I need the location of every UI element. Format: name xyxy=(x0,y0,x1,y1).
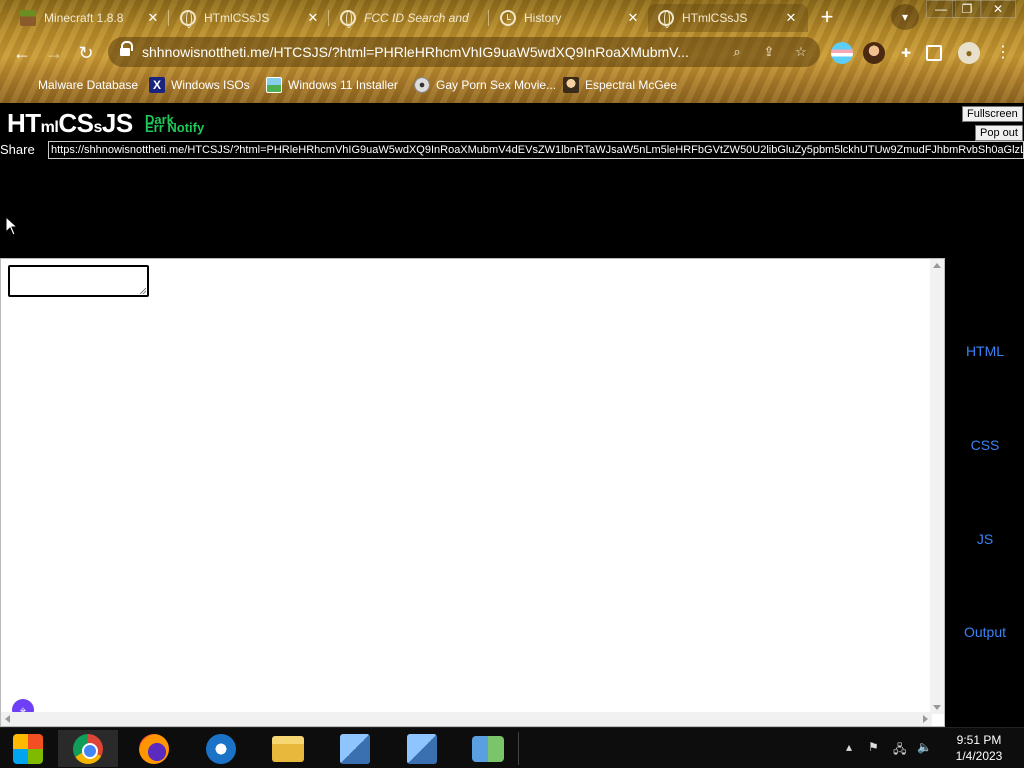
volume-icon[interactable]: 🔈 xyxy=(917,740,932,754)
network-people-icon xyxy=(472,735,504,762)
globe-icon xyxy=(180,10,196,28)
bookmark-windows-11-installer[interactable]: Windows 11 Installer xyxy=(266,76,398,94)
mouse-cursor-icon xyxy=(5,216,19,236)
taskbar-setup-1[interactable] xyxy=(325,730,385,767)
bookmark-movies[interactable]: Gay Porn Sex Movie... xyxy=(414,76,556,94)
window-close-button[interactable]: ✕ xyxy=(980,0,1016,18)
err-notify-toggle[interactable]: Err Notify xyxy=(145,120,204,135)
vertical-scrollbar[interactable] xyxy=(930,259,944,714)
bookmark-malware-database[interactable]: Malware Database xyxy=(14,76,138,94)
bookmark-label: Windows 11 Installer xyxy=(288,78,398,92)
tab-fcc-id-search[interactable]: FCC ID Search and xyxy=(330,4,490,32)
bookmark-windows-isos[interactable]: X Windows ISOs xyxy=(149,76,250,94)
bookmark-label: Malware Database xyxy=(38,78,139,92)
output-frame[interactable]: ⌖ xyxy=(0,258,945,727)
bookmark-espectral-mcgee[interactable]: Espectral McGee xyxy=(563,76,677,94)
bookmark-label: Windows ISOs xyxy=(171,78,250,92)
taskbar-firefox[interactable] xyxy=(124,730,184,767)
close-icon[interactable]: ✕ xyxy=(144,10,162,26)
share-icon[interactable]: ⇪ xyxy=(760,43,778,61)
nav-output[interactable]: Output xyxy=(946,624,1024,640)
start-button[interactable] xyxy=(0,730,58,767)
tab-title: HTmlCSsJS xyxy=(204,11,270,25)
tab-search-button[interactable]: ▾ xyxy=(891,4,919,30)
close-icon[interactable]: ✕ xyxy=(304,10,322,26)
forward-button[interactable]: → xyxy=(41,40,67,66)
nav-css[interactable]: CSS xyxy=(946,437,1024,453)
tab-title: FCC ID Search and xyxy=(364,11,469,25)
output-textarea[interactable] xyxy=(8,265,149,297)
horizontal-scrollbar[interactable] xyxy=(1,712,932,726)
show-hidden-icons[interactable]: ▴ xyxy=(846,740,852,754)
extension-avatar-icon[interactable] xyxy=(863,42,885,64)
new-tab-button[interactable]: + xyxy=(815,6,839,30)
taskbar-opera[interactable] xyxy=(191,730,251,767)
close-icon[interactable]: ✕ xyxy=(782,10,800,26)
share-url-field[interactable]: https://shhnowisnottheti.me/HTCSJS/?html… xyxy=(48,141,1024,159)
pop-out-button[interactable]: Pop out xyxy=(975,125,1023,141)
tab-htmlcssjs[interactable]: HTmlCSsJS ✕ xyxy=(170,4,330,32)
tab-htmlcssjs-active[interactable]: HTmlCSsJS ✕ xyxy=(648,4,808,32)
character-icon xyxy=(563,77,579,93)
history-icon xyxy=(500,10,516,26)
extensions-puzzle-icon[interactable]: ✚ xyxy=(895,42,917,64)
disk-icon xyxy=(414,77,430,93)
tab-history[interactable]: History ✕ xyxy=(490,4,650,32)
firefox-icon xyxy=(139,733,169,764)
extension-flag-icon[interactable] xyxy=(831,42,853,64)
clock-time: 9:51 PM xyxy=(956,733,1002,747)
installer-icon xyxy=(340,733,370,764)
profile-icon[interactable]: ● xyxy=(958,42,980,64)
taskbar-chrome[interactable] xyxy=(58,730,118,767)
address-bar[interactable]: shhnowisnottheti.me/HTCSJS/?html=PHRleHR… xyxy=(108,37,820,67)
menu-icon[interactable]: ⋮ xyxy=(992,42,1014,64)
back-button[interactable]: ← xyxy=(9,40,35,66)
reload-button[interactable]: ↻ xyxy=(73,40,99,66)
maximize-button[interactable]: ❐ xyxy=(952,0,982,18)
taskbar-setup-2[interactable] xyxy=(392,730,452,767)
close-icon[interactable]: ✕ xyxy=(624,10,642,26)
lock-icon[interactable] xyxy=(120,41,133,57)
minecraft-icon xyxy=(20,10,36,26)
clock-date: 1/4/2023 xyxy=(955,749,1003,763)
taskbar-file-explorer[interactable] xyxy=(258,730,318,767)
bookmark-label: Espectral McGee xyxy=(585,78,678,92)
windows-taskbar: ▴ ⚑ 🖧 🔈 9:51 PM 1/4/2023 xyxy=(0,727,1024,768)
address-bar-url[interactable]: shhnowisnottheti.me/HTCSJS/?html=PHRleHR… xyxy=(142,44,689,60)
taskbar-network[interactable] xyxy=(458,730,518,767)
tab-title: HTmlCSsJS xyxy=(682,11,748,25)
folder-icon xyxy=(272,735,304,762)
tab-title: Minecraft 1.8.8 xyxy=(44,11,124,25)
nav-js[interactable]: JS xyxy=(946,531,1024,547)
app-logo: HTmlCSsJS xyxy=(7,108,133,138)
opera-icon xyxy=(206,733,236,764)
bookmark-star-icon[interactable]: ☆ xyxy=(792,43,810,61)
nav-html[interactable]: HTML xyxy=(946,343,1024,359)
x-icon: X xyxy=(149,77,165,93)
globe-icon xyxy=(658,10,674,28)
network-icon[interactable]: 🖧 xyxy=(893,740,906,761)
globe-icon xyxy=(340,10,356,28)
htmlcssjs-app: HTmlCSsJS Dark Err Notify Fullscreen Pop… xyxy=(0,103,1024,727)
action-center-flag-icon[interactable]: ⚑ xyxy=(868,740,879,754)
fullscreen-button[interactable]: Fullscreen xyxy=(962,106,1023,122)
windows-logo-icon xyxy=(13,733,43,764)
system-clock[interactable]: 9:51 PM 1/4/2023 xyxy=(945,732,1013,764)
zoom-icon[interactable]: ⌕ xyxy=(728,43,746,61)
browser-chrome: Minecraft 1.8.8 ✕ HTmlCSsJS ✕ FCC ID Sea… xyxy=(0,0,1024,103)
installer-icon xyxy=(407,733,437,764)
chrome-icon xyxy=(73,733,103,764)
side-panel-icon[interactable] xyxy=(926,45,942,61)
share-label: Share xyxy=(0,142,35,157)
tab-title: History xyxy=(524,11,562,25)
tab-minecraft[interactable]: Minecraft 1.8.8 ✕ xyxy=(10,4,170,32)
bookmark-label: Gay Porn Sex Movie... xyxy=(436,78,557,92)
image-icon xyxy=(266,77,282,93)
